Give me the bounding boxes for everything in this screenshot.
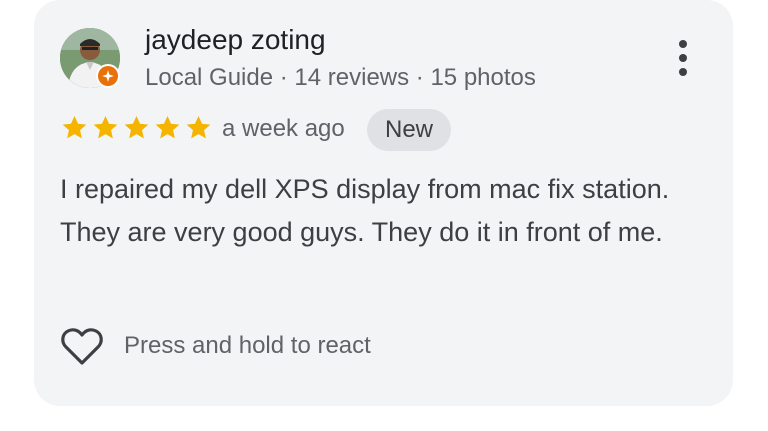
- new-badge: New: [367, 109, 452, 151]
- react-button[interactable]: Press and hold to react: [60, 325, 371, 367]
- reviewer-meta: Local Guide · 14 reviews · 15 photos: [145, 64, 536, 91]
- react-label: Press and hold to react: [124, 332, 371, 359]
- review-time: a week ago: [222, 115, 345, 142]
- menu-dot: [679, 68, 687, 76]
- star-rating: [60, 113, 213, 142]
- star-icon: [62, 116, 87, 139]
- menu-dot: [679, 54, 687, 62]
- reviewer-name[interactable]: jaydeep zoting: [145, 22, 326, 58]
- heart-icon: [61, 328, 103, 365]
- review-card: jaydeep zoting Local Guide · 14 reviews …: [34, 0, 733, 406]
- more-options-icon[interactable]: [668, 36, 698, 80]
- star-icon: [93, 116, 118, 139]
- star-icon: [155, 116, 180, 139]
- star-icon: [186, 116, 211, 139]
- local-guide-star-icon: [96, 64, 120, 88]
- review-text: I repaired my dell XPS display from mac …: [60, 174, 670, 247]
- star-icon: [124, 116, 149, 139]
- menu-dot: [679, 40, 687, 48]
